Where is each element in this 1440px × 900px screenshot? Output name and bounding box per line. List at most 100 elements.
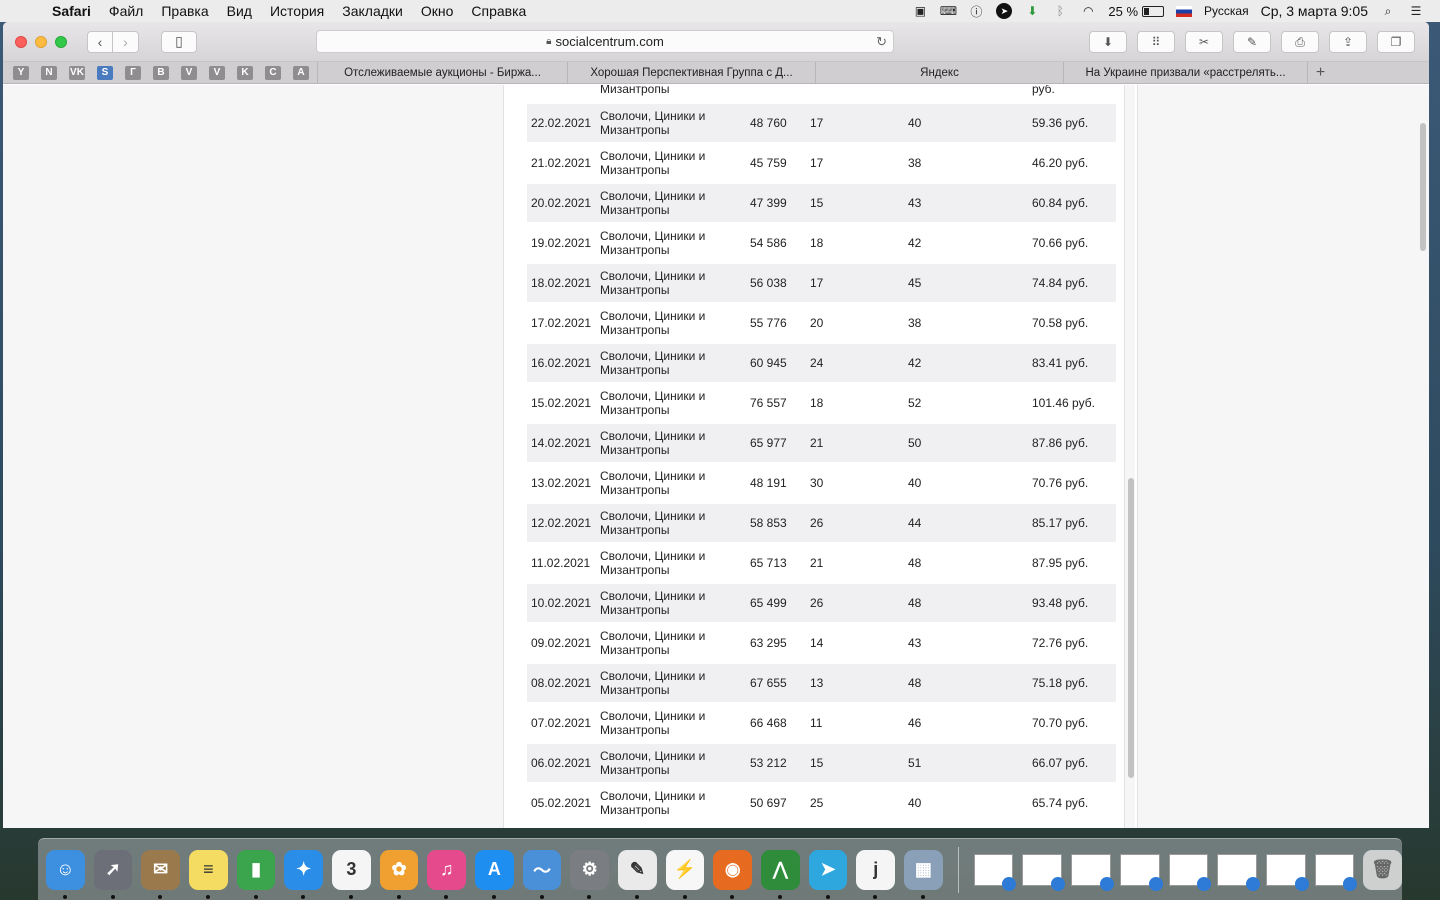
calendar-icon[interactable]: 3 bbox=[332, 849, 371, 899]
table-row: 17.02.2021 Сволочи, Циники и Мизантропы 55… bbox=[527, 303, 1116, 343]
favorite-c[interactable]: C bbox=[265, 65, 281, 80]
input-language[interactable]: Русская bbox=[1204, 4, 1249, 18]
new-tab-button[interactable]: + bbox=[1307, 61, 1333, 84]
launchpad-icon[interactable]: ➚ bbox=[93, 849, 133, 899]
firefox-icon[interactable]: ◉ bbox=[713, 849, 753, 899]
info-icon[interactable]: ⓘ bbox=[968, 4, 984, 19]
joplin-icon[interactable]: j bbox=[856, 849, 896, 899]
activity-icon[interactable]: ⚡ bbox=[665, 849, 705, 899]
cell-a: 13 bbox=[802, 663, 908, 703]
numbers-icon[interactable]: ▮ bbox=[236, 849, 276, 899]
tab-yandex[interactable]: Яндекс bbox=[815, 61, 1063, 84]
tab-group[interactable]: Хорошая Перспективная Группа с Д... bbox=[567, 61, 815, 84]
cell-a: 30 bbox=[810, 476, 824, 490]
minimized-window[interactable] bbox=[1022, 853, 1066, 891]
menu-window[interactable]: Окно bbox=[421, 3, 454, 19]
wifi-icon[interactable]: ◠ bbox=[1080, 4, 1096, 18]
share-button[interactable]: ⇪ bbox=[1329, 31, 1367, 53]
minimize-window-button[interactable] bbox=[35, 35, 47, 48]
finder-icon[interactable]: ☺ bbox=[46, 849, 85, 899]
menu-view[interactable]: Вид bbox=[227, 3, 252, 19]
minimized-window[interactable] bbox=[1071, 853, 1114, 891]
system-preferences-icon[interactable]: ⚙ bbox=[570, 849, 610, 899]
close-window-button[interactable] bbox=[15, 35, 27, 48]
minimized-window[interactable] bbox=[1119, 853, 1163, 891]
minimized-window[interactable] bbox=[973, 853, 1017, 891]
favorite-n[interactable]: N bbox=[41, 65, 57, 80]
menu-edit[interactable]: Правка bbox=[161, 3, 208, 19]
print-button[interactable]: ⎙ bbox=[1281, 31, 1319, 53]
menu-file[interactable]: Файл bbox=[109, 3, 143, 19]
favorite-k[interactable]: K bbox=[237, 65, 253, 80]
download-status-icon[interactable]: ⬇ bbox=[1024, 4, 1040, 18]
app-badge-icon bbox=[1148, 876, 1163, 891]
favorite-vk[interactable]: VK bbox=[69, 65, 85, 80]
telegram-icon[interactable]: ➤ bbox=[808, 849, 848, 899]
favorite-g[interactable]: Г bbox=[125, 65, 141, 80]
panel-scrollbar[interactable] bbox=[1124, 85, 1135, 828]
table-row: 13.02.2021 Сволочи, Циники и Мизантропы 48… bbox=[527, 463, 1116, 503]
cell-date: 05.02.2021 bbox=[531, 796, 592, 810]
battery-status[interactable]: 25 % bbox=[1108, 4, 1165, 19]
favorite-v2[interactable]: V bbox=[209, 65, 225, 80]
zoom-window-button[interactable] bbox=[55, 35, 67, 48]
cell-b: 48 bbox=[908, 583, 1032, 623]
tab-auctions[interactable]: Отслеживаемые аукционы - Биржа... bbox=[317, 61, 567, 84]
panel-scroll-thumb[interactable] bbox=[1128, 478, 1134, 778]
forward-button[interactable]: › bbox=[113, 30, 139, 53]
minimized-window[interactable] bbox=[1314, 853, 1358, 891]
keyboard-icon[interactable]: ⌨ bbox=[940, 4, 957, 18]
sidebar-toggle-button[interactable]: ▯ bbox=[161, 30, 197, 53]
minimized-window[interactable] bbox=[1217, 853, 1260, 891]
favorite-v1[interactable]: V bbox=[181, 65, 197, 80]
table-row: 15.02.2021 Сволочи, Циники и Мизантропы 76… bbox=[527, 383, 1116, 423]
textedit-icon[interactable]: ✎ bbox=[618, 849, 657, 899]
bluetooth-icon[interactable]: ᛒ bbox=[1052, 4, 1068, 18]
mail-stamp-icon[interactable]: ✉ bbox=[141, 849, 181, 899]
tab-overview-button[interactable]: ❐ bbox=[1377, 31, 1415, 53]
menu-bookmarks[interactable]: Закладки bbox=[342, 3, 403, 19]
menu-app-name[interactable]: Safari bbox=[52, 3, 91, 19]
favorite-y[interactable]: Y bbox=[13, 65, 29, 80]
app-store-icon[interactable]: A bbox=[475, 849, 514, 899]
screenshot-button[interactable]: ✂ bbox=[1185, 31, 1223, 53]
address-bar[interactable]: 🔒︎ socialcentrum.com ↻ bbox=[316, 30, 894, 53]
minimized-window[interactable] bbox=[1168, 853, 1212, 891]
edit-button[interactable]: ✎ bbox=[1233, 31, 1271, 53]
spotlight-search-icon[interactable]: ⌕ bbox=[1380, 4, 1396, 18]
reload-icon[interactable]: ↻ bbox=[876, 34, 887, 50]
preview-icon[interactable]: 〜 bbox=[522, 849, 562, 899]
russian-flag-icon[interactable] bbox=[1176, 5, 1193, 17]
photos-icon[interactable]: ✿ bbox=[379, 849, 419, 899]
window-controls bbox=[15, 35, 67, 48]
cell-b: 43 bbox=[908, 636, 922, 650]
safari-icon[interactable]: ✦ bbox=[284, 849, 324, 899]
tab-news[interactable]: На Украине призвали «расстрелять... bbox=[1063, 61, 1307, 84]
clock[interactable]: Ср, 3 марта 9:05 bbox=[1261, 3, 1368, 19]
image-capture-icon[interactable]: ▦ bbox=[904, 849, 943, 899]
extensions-grid-button[interactable]: ⠿ bbox=[1137, 31, 1175, 53]
trash-icon[interactable]: 🗑︎ bbox=[1363, 849, 1402, 890]
favorite-b[interactable]: B bbox=[153, 65, 169, 80]
chart-app-icon[interactable]: ⋀ bbox=[761, 849, 800, 899]
cell-name: Сволочи, Циники и Мизантропы bbox=[597, 663, 747, 703]
cell-name: Сволочи, Циники и Мизантропы bbox=[597, 263, 747, 303]
downloads-button[interactable]: ⬇ bbox=[1089, 31, 1127, 53]
itunes-icon[interactable]: ♫ bbox=[427, 849, 467, 899]
menu-help[interactable]: Справка bbox=[471, 3, 526, 19]
telegram-status-icon[interactable]: ➤ bbox=[996, 3, 1013, 19]
menu-history[interactable]: История bbox=[270, 3, 324, 19]
page-scroll-thumb[interactable] bbox=[1420, 123, 1426, 251]
cell-a: 14 bbox=[810, 636, 824, 650]
minimized-window[interactable] bbox=[1265, 853, 1309, 891]
page-scrollbar[interactable] bbox=[1418, 85, 1429, 828]
table-row: 21.02.2021 Сволочи, Циники и Мизантропы 45… bbox=[527, 143, 1116, 183]
cell-price: 83.41 руб. bbox=[1032, 343, 1116, 383]
notes-icon[interactable]: ≡ bbox=[189, 849, 228, 899]
notification-center-icon[interactable]: ☰ bbox=[1408, 4, 1424, 18]
display-icon[interactable]: ▣ bbox=[912, 4, 928, 18]
favorite-a[interactable]: A bbox=[293, 65, 309, 80]
favorite-socialcentrum[interactable]: S bbox=[97, 65, 113, 80]
app-badge-icon bbox=[1197, 876, 1212, 891]
back-button[interactable]: ‹ bbox=[87, 30, 113, 53]
